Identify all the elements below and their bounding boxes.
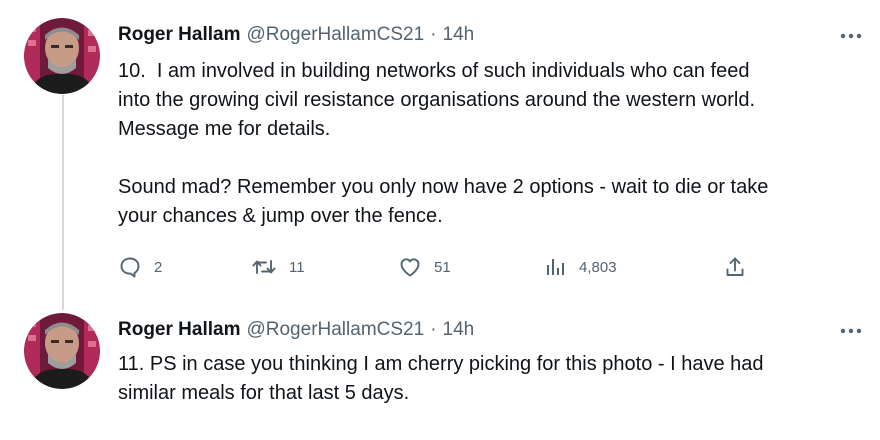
heart-icon (400, 258, 420, 277)
tweet-header: Roger Hallam @RogerHallamCS21 · 14h (118, 316, 474, 344)
author-display-name[interactable]: Roger Hallam (118, 319, 240, 341)
author-display-name[interactable]: Roger Hallam (118, 24, 240, 46)
author-handle[interactable]: @RogerHallamCS21 (246, 24, 424, 46)
more-horizontal-icon (840, 328, 862, 334)
author-handle[interactable]: @RogerHallamCS21 (246, 319, 424, 341)
header-separator: · (430, 319, 437, 340)
thread-connector-line (62, 95, 64, 310)
views-icon (547, 259, 564, 275)
tweet-timestamp[interactable]: 14h (443, 24, 475, 46)
avatar[interactable] (24, 18, 100, 94)
retweet-count: 11 (289, 258, 305, 276)
more-horizontal-icon (840, 33, 862, 39)
reply-icon (120, 257, 140, 278)
tweet-timestamp[interactable]: 14h (443, 319, 475, 341)
avatar[interactable] (24, 313, 100, 389)
share-button[interactable] (723, 252, 747, 282)
views-button[interactable]: 4,803 (543, 252, 617, 282)
more-options-button[interactable] (836, 24, 866, 48)
share-icon (726, 257, 744, 276)
like-button[interactable]: 51 (398, 252, 451, 282)
tweet-header: Roger Hallam @RogerHallamCS21 · 14h (118, 21, 474, 49)
tweet-text: 11. PS in case you thinking I am cherry … (118, 353, 764, 404)
retweet-icon (252, 260, 276, 274)
reply-button[interactable]: 2 (118, 252, 162, 282)
more-options-button[interactable] (836, 319, 866, 343)
tweet[interactable]: Roger Hallam @RogerHallamCS21 · 14h 11. … (0, 300, 880, 440)
tweet[interactable]: Roger Hallam @RogerHallamCS21 · 14h 10. … (0, 0, 880, 310)
like-count: 51 (434, 258, 451, 276)
reply-count: 2 (154, 258, 163, 276)
tweet-text: 10. I am involved in building networks o… (118, 60, 769, 227)
views-count: 4,803 (579, 258, 617, 276)
header-separator: · (430, 24, 437, 45)
retweet-button[interactable]: 11 (251, 252, 305, 282)
